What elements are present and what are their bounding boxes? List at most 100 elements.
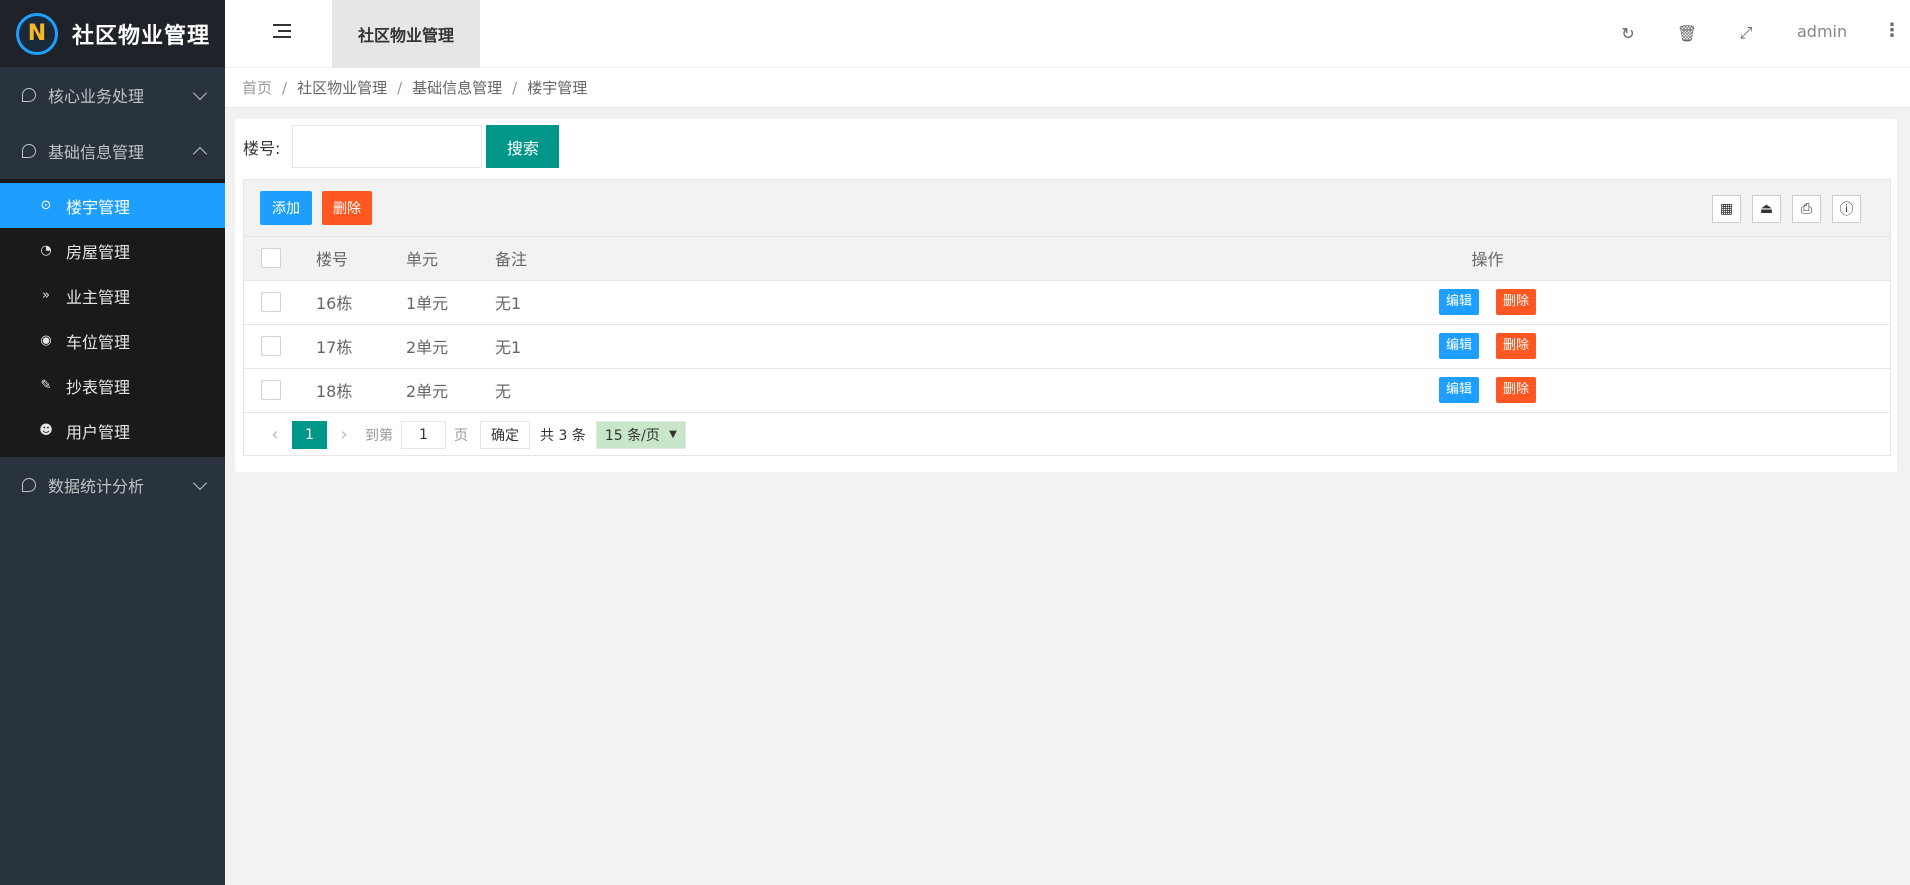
add-button[interactable]: 添加	[260, 191, 312, 225]
breadcrumb-home[interactable]: 首页	[242, 77, 272, 98]
sidebar-item-building[interactable]: ⊙ 楼宇管理	[0, 183, 225, 228]
row-checkbox[interactable]	[261, 336, 281, 356]
goto-confirm-button[interactable]: 确定	[480, 420, 530, 449]
dashboard-icon: ◉	[40, 333, 52, 348]
bubble-icon	[22, 88, 36, 102]
bubble-icon	[22, 144, 36, 158]
sidebar: N 社区物业管理 核心业务处理 基础信息管理 ⊙ 楼宇管理 ◔ 房屋管理 » 业…	[0, 0, 225, 885]
search-button[interactable]: 搜索	[486, 125, 560, 168]
edit-button[interactable]: 编辑	[1438, 289, 1479, 315]
breadcrumb-item[interactable]: 基础信息管理	[412, 77, 502, 98]
total-count: 共 3 条	[540, 427, 586, 444]
batch-delete-button[interactable]: 删除	[322, 191, 372, 225]
trash-icon[interactable]: 🗑	[1676, 22, 1698, 44]
sidebar-item-label: 业主管理	[66, 287, 131, 307]
building-table: 楼号 单元 备注 操作 16栋 1单元 无1 编辑 删除 17栋 2单元 无1 …	[244, 237, 1890, 413]
breadcrumb: 首页 / 社区物业管理 / 基础信息管理 / 楼宇管理	[225, 68, 1910, 108]
chevron-down-icon	[192, 85, 208, 101]
house-icon: ◔	[40, 243, 52, 258]
pagination: ‹ 1 › 到第 1 页 确定 共 3 条 15 条/页 ▼	[244, 413, 1890, 457]
print-icon[interactable]: ⎙	[1792, 195, 1821, 223]
refresh-icon[interactable]: ↻	[1617, 22, 1639, 44]
edit-button[interactable]: 编辑	[1438, 377, 1479, 403]
select-all-cell	[244, 237, 316, 281]
prev-page-icon[interactable]: ‹	[262, 424, 288, 445]
row-select-cell	[244, 368, 316, 413]
cell-actions: 编辑 删除	[1085, 324, 1890, 369]
more-icon[interactable]: ⋮	[1883, 20, 1901, 41]
breadcrumb-current: 楼宇管理	[527, 79, 588, 97]
column-header-unit[interactable]: 单元	[406, 237, 495, 281]
menu-toggle-icon[interactable]	[273, 24, 291, 42]
next-page-icon[interactable]: ›	[331, 424, 357, 445]
edit-icon: ✎	[40, 378, 52, 393]
delete-button[interactable]: 删除	[1496, 289, 1537, 315]
cell-actions: 编辑 删除	[1085, 368, 1890, 413]
chevron-down-icon: ▼	[669, 429, 677, 440]
breadcrumb-separator: /	[512, 78, 518, 97]
user-icon: ☻	[39, 423, 53, 438]
user-menu[interactable]: admin	[1797, 22, 1847, 41]
logo-icon: N	[16, 12, 58, 55]
export-icon[interactable]: ⏏	[1752, 195, 1781, 223]
nav-group-basic-info[interactable]: 基础信息管理	[0, 123, 225, 179]
tab-community[interactable]: 社区物业管理	[332, 0, 480, 68]
columns-filter-icon[interactable]: ▦	[1712, 195, 1741, 223]
delete-button[interactable]: 删除	[1496, 377, 1537, 403]
building-search-input[interactable]	[292, 125, 483, 168]
column-header-remark[interactable]: 备注	[495, 237, 1085, 281]
table-row: 16栋 1单元 无1 编辑 删除	[244, 280, 1890, 325]
content-card: 楼号: 搜索 添加 删除 ▦ ⏏ ⎙ ⓘ 楼号 单元 备注 操作 16栋 1单元…	[235, 119, 1897, 472]
sidebar-item-meter[interactable]: ✎ 抄表管理	[0, 363, 225, 408]
breadcrumb-separator: /	[397, 78, 403, 97]
nav-group-label: 核心业务处理	[48, 87, 145, 106]
cell-unit: 1单元	[406, 280, 495, 325]
table-header-row: 楼号 单元 备注 操作	[244, 237, 1890, 281]
cell-building: 16栋	[316, 280, 406, 325]
breadcrumb-item[interactable]: 社区物业管理	[297, 77, 387, 98]
edit-button[interactable]: 编辑	[1438, 333, 1479, 359]
cell-unit: 2单元	[406, 368, 495, 413]
column-header-building[interactable]: 楼号	[316, 237, 406, 281]
table-toolbar: 添加 删除 ▦ ⏏ ⎙ ⓘ	[244, 180, 1890, 237]
sidebar-item-label: 楼宇管理	[66, 197, 131, 217]
cell-remark: 无	[495, 368, 1085, 413]
chevron-up-icon	[192, 146, 208, 162]
app-title: 社区物业管理	[72, 23, 211, 49]
select-all-checkbox[interactable]	[261, 248, 281, 269]
search-label: 楼号:	[243, 138, 281, 158]
cell-unit: 2单元	[406, 324, 495, 369]
sidebar-item-house[interactable]: ◔ 房屋管理	[0, 228, 225, 273]
nav-group-statistics[interactable]: 数据统计分析	[0, 457, 225, 513]
sidebar-item-label: 车位管理	[66, 332, 131, 352]
column-header-actions: 操作	[1085, 237, 1890, 281]
bubble-icon	[22, 478, 36, 492]
page-size-value: 15 条/页	[604, 427, 660, 444]
search-bar: 楼号: 搜索	[243, 125, 560, 168]
row-checkbox[interactable]	[261, 380, 281, 400]
goto-label: 到第	[365, 427, 393, 444]
row-select-cell	[244, 280, 316, 325]
nav-group-core-business[interactable]: 核心业务处理	[0, 67, 225, 123]
delete-button[interactable]: 删除	[1496, 333, 1537, 359]
goto-page-input[interactable]: 1	[401, 420, 446, 449]
page-label: 页	[454, 427, 468, 444]
sidebar-item-owner[interactable]: » 业主管理	[0, 273, 225, 318]
cell-remark: 无1	[495, 324, 1085, 369]
cell-building: 17栋	[316, 324, 406, 369]
table-row: 17栋 2单元 无1 编辑 删除	[244, 324, 1890, 369]
chevron-down-icon	[192, 475, 208, 491]
double-chevron-icon: »	[42, 288, 50, 303]
cell-remark: 无1	[495, 280, 1085, 325]
nav-group-label: 基础信息管理	[48, 143, 145, 162]
fullscreen-icon[interactable]: ⤢	[1735, 22, 1757, 44]
logo-bar: N 社区物业管理	[0, 0, 225, 67]
sidebar-item-user[interactable]: ☻ 用户管理	[0, 408, 225, 453]
top-header: 社区物业管理 ↻ 🗑 ⤢ admin ⋮	[225, 0, 1910, 68]
row-checkbox[interactable]	[261, 292, 281, 312]
page-size-select[interactable]: 15 条/页 ▼	[595, 420, 686, 449]
page-1-button[interactable]: 1	[292, 420, 327, 449]
info-icon[interactable]: ⓘ	[1832, 195, 1861, 223]
sidebar-item-parking[interactable]: ◉ 车位管理	[0, 318, 225, 363]
sidebar-item-label: 抄表管理	[66, 377, 131, 397]
